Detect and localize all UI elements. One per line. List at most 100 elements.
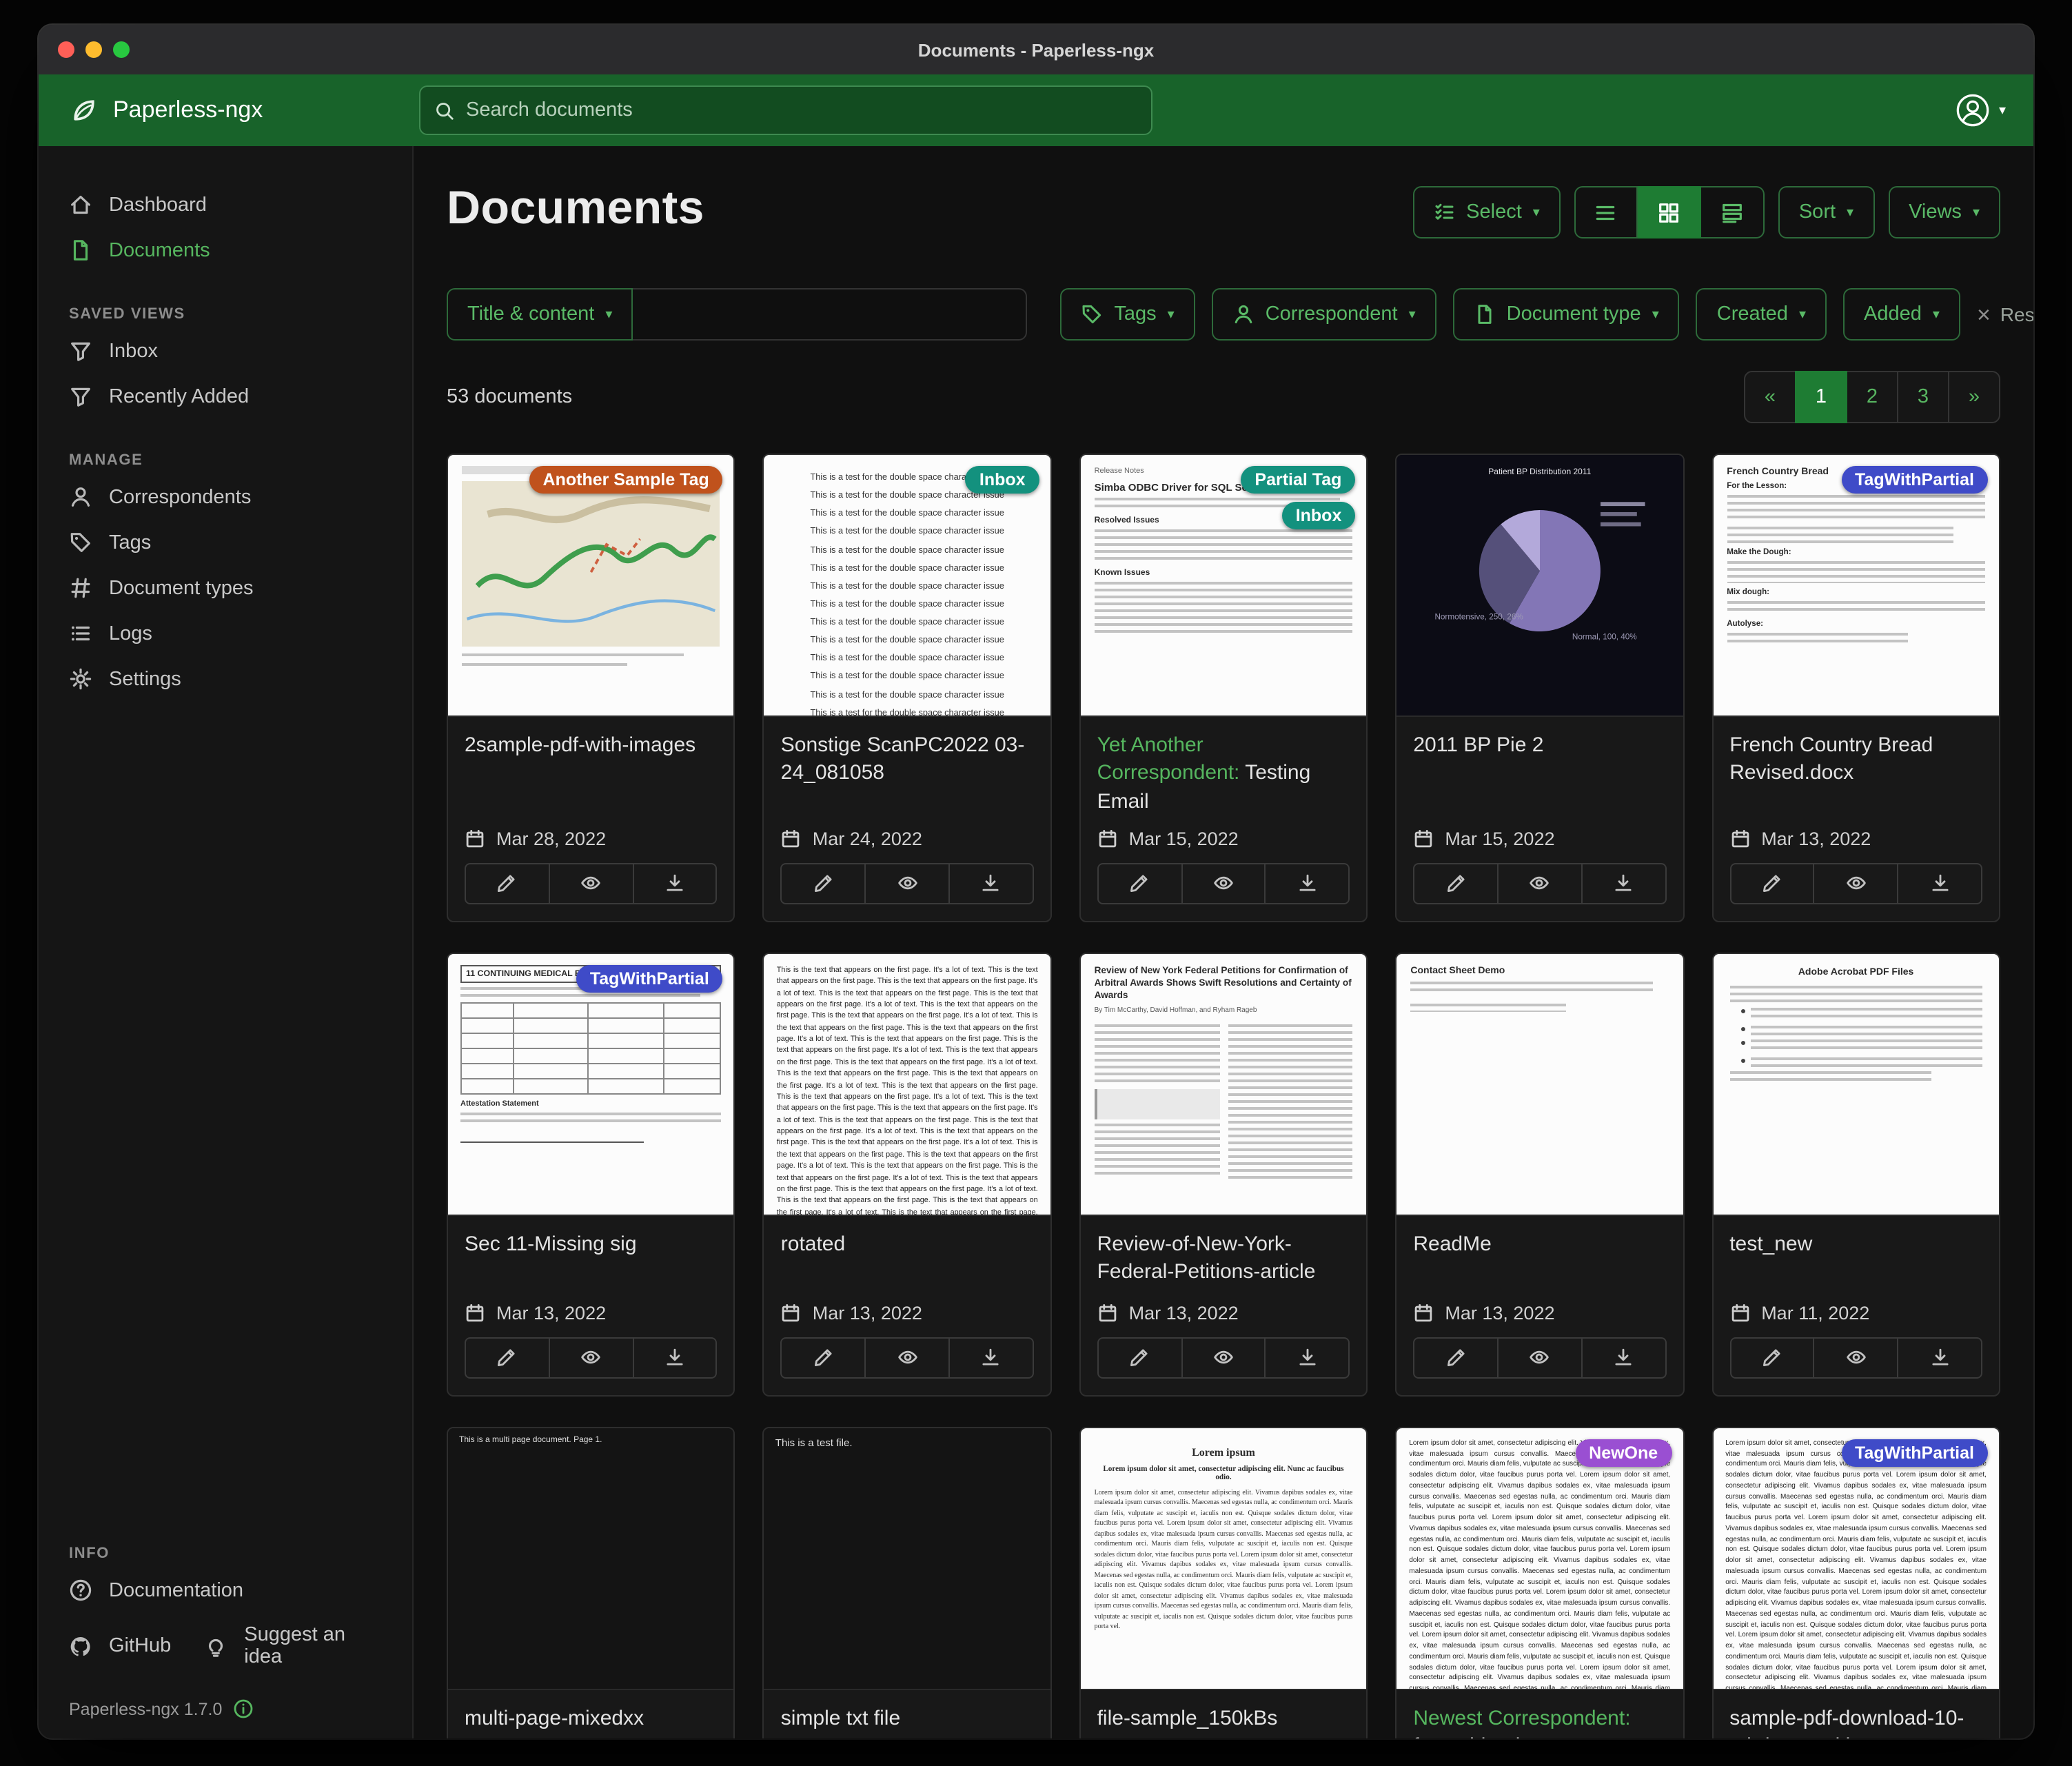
info-icon[interactable] <box>233 1698 254 1719</box>
document-card[interactable]: Lorem ipsum dolor sit amet, consectetur … <box>1395 1427 1684 1739</box>
edit-document-button[interactable] <box>1729 863 1815 904</box>
tag-pill[interactable]: Inbox <box>966 466 1039 494</box>
document-title[interactable]: Yet Another Correspondent: Testing Email <box>1097 732 1350 816</box>
document-thumbnail[interactable]: Review of New York Federal Petitions for… <box>1081 954 1367 1216</box>
page-1-button[interactable]: 1 <box>1795 371 1847 423</box>
edit-document-button[interactable] <box>1097 1337 1183 1379</box>
prev-page-button[interactable]: « <box>1744 371 1796 423</box>
document-card[interactable]: Adobe Acrobat PDF Filestest_newMar 11, 2… <box>1712 953 2000 1397</box>
document-title[interactable]: ReadMe <box>1413 1231 1666 1290</box>
edit-document-button[interactable] <box>1413 1337 1499 1379</box>
filter-field-dropdown[interactable]: Title & content ▾ <box>447 288 633 341</box>
view-document-button[interactable] <box>1499 1337 1583 1379</box>
minimize-window-button[interactable] <box>85 41 102 58</box>
document-thumbnail[interactable]: This is the text that appears on the fir… <box>764 954 1050 1216</box>
edit-document-button[interactable] <box>1413 863 1499 904</box>
edit-document-button[interactable] <box>781 863 866 904</box>
document-title[interactable]: Sonstige ScanPC2022 03-24_081058 <box>781 732 1034 816</box>
document-card[interactable]: This is a test file. simple txt file <box>763 1427 1052 1739</box>
sidebar-item-manage[interactable]: Correspondents <box>69 474 387 520</box>
document-card[interactable]: This is the text that appears on the fir… <box>763 953 1052 1397</box>
brand[interactable]: Paperless-ngx <box>39 95 383 125</box>
document-card[interactable]: 11 CONTINUING MEDICAL EDUCATIONAttestati… <box>447 953 735 1397</box>
sidebar-item-saved-view[interactable]: Recently Added <box>69 374 387 419</box>
document-card[interactable]: Patient BP Distribution 2011Normotensive… <box>1395 454 1684 922</box>
document-title[interactable]: file-sample_150kBs <box>1097 1705 1350 1739</box>
download-document-button[interactable] <box>1583 1337 1667 1379</box>
page-2-button[interactable]: 2 <box>1846 371 1898 423</box>
view-document-button[interactable] <box>1815 1337 1899 1379</box>
document-title[interactable]: Newest Correspondent: f_combineds <box>1413 1705 1666 1739</box>
document-thumbnail[interactable]: Adobe Acrobat PDF Files <box>1713 954 1999 1216</box>
document-card[interactable]: This is a multi page document. Page 1.mu… <box>447 1427 735 1739</box>
select-button[interactable]: Select ▾ <box>1412 186 1561 238</box>
document-thumbnail[interactable]: Patient BP Distribution 2011Normotensive… <box>1396 455 1683 717</box>
page-3-button[interactable]: 3 <box>1897 371 1949 423</box>
edit-document-button[interactable] <box>1097 863 1183 904</box>
document-card[interactable]: Lorem ipsumLorem ipsum dolor sit amet, c… <box>1079 1427 1368 1739</box>
filter-text-input[interactable] <box>633 288 1027 341</box>
download-document-button[interactable] <box>950 1337 1034 1379</box>
document-title[interactable]: French Country Bread Revised.docx <box>1729 732 1982 816</box>
download-document-button[interactable] <box>1898 1337 1982 1379</box>
view-document-button[interactable] <box>1182 1337 1266 1379</box>
edit-document-button[interactable] <box>1729 1337 1815 1379</box>
document-card[interactable]: Contact Sheet DemoReadMeMar 13, 2022 <box>1395 953 1684 1397</box>
document-card[interactable]: French Country BreadFor the Lesson:Make … <box>1712 454 2000 922</box>
download-document-button[interactable] <box>1583 863 1667 904</box>
correspondent-link[interactable]: Yet Another Correspondent: <box>1097 733 1240 785</box>
document-card[interactable]: Lorem ipsum dolor sit amet, consectetur … <box>1712 1427 2000 1739</box>
document-title[interactable]: test_new <box>1729 1231 1982 1290</box>
sidebar-item-manage[interactable]: Logs <box>69 611 387 656</box>
edit-document-button[interactable] <box>465 1337 550 1379</box>
document-thumbnail[interactable]: This is a multi page document. Page 1. <box>448 1428 734 1690</box>
document-title[interactable]: simple txt file <box>781 1705 1034 1739</box>
tag-pill[interactable]: TagWithPartial <box>576 965 723 993</box>
document-title[interactable]: sample-pdf-download-10-mb-longer-title <box>1729 1705 1982 1739</box>
document-thumbnail[interactable]: This is a test file. <box>764 1428 1050 1690</box>
sidebar-item-documentation[interactable]: Documentation <box>69 1567 387 1613</box>
next-page-button[interactable]: » <box>1948 371 2000 423</box>
sidebar-item-suggest-idea[interactable]: Suggest an idea <box>204 1613 387 1679</box>
detail-view-button[interactable] <box>1701 186 1765 238</box>
document-card[interactable]: Another Sample Tag 2sample-pdf-with-image… <box>447 454 735 922</box>
sidebar-item-manage[interactable]: Tags <box>69 520 387 565</box>
views-button[interactable]: Views ▾ <box>1888 186 2000 238</box>
document-thumbnail[interactable]: Lorem ipsum dolor sit amet, consectetur … <box>1396 1428 1683 1690</box>
tag-pill[interactable]: Inbox <box>1282 502 1356 529</box>
document-thumbnail[interactable]: 11 CONTINUING MEDICAL EDUCATIONAttestati… <box>448 954 734 1216</box>
edit-document-button[interactable] <box>465 863 550 904</box>
correspondent-filter-button[interactable]: Correspondent ▾ <box>1212 288 1436 341</box>
document-thumbnail[interactable]: Contact Sheet Demo <box>1396 954 1683 1216</box>
tag-pill[interactable]: Another Sample Tag <box>529 466 723 494</box>
document-title[interactable]: 2sample-pdf-with-images <box>465 732 718 816</box>
list-view-button[interactable] <box>1574 186 1638 238</box>
download-document-button[interactable] <box>633 1337 718 1379</box>
sidebar-item-manage[interactable]: Document types <box>69 565 387 611</box>
close-window-button[interactable] <box>58 41 74 58</box>
view-document-button[interactable] <box>550 863 634 904</box>
zoom-window-button[interactable] <box>113 41 130 58</box>
tag-pill[interactable]: Partial Tag <box>1241 466 1355 494</box>
document-thumbnail[interactable]: Release NotesSimba ODBC Driver for SQL S… <box>1081 455 1367 717</box>
document-title[interactable]: Review-of-New-York-Federal-Petitions-art… <box>1097 1231 1350 1290</box>
search-input[interactable] <box>466 99 1137 121</box>
user-menu[interactable]: ▾ <box>1955 92 2006 128</box>
document-thumbnail[interactable]: French Country BreadFor the Lesson:Make … <box>1713 455 1999 717</box>
document-thumbnail[interactable]: Another Sample Tag <box>448 455 734 717</box>
download-document-button[interactable] <box>633 863 718 904</box>
download-document-button[interactable] <box>1898 863 1982 904</box>
view-document-button[interactable] <box>550 1337 634 1379</box>
document-thumbnail[interactable]: This is a test for the double space char… <box>764 455 1050 717</box>
document-thumbnail[interactable]: Lorem ipsumLorem ipsum dolor sit amet, c… <box>1081 1428 1367 1690</box>
view-document-button[interactable] <box>866 1337 950 1379</box>
edit-document-button[interactable] <box>781 1337 866 1379</box>
tags-filter-button[interactable]: Tags ▾ <box>1060 288 1195 341</box>
document-title[interactable]: Sec 11-Missing sig <box>465 1231 718 1290</box>
correspondent-link[interactable]: Newest Correspondent: <box>1413 1707 1630 1730</box>
added-filter-button[interactable]: Added ▾ <box>1843 288 1960 341</box>
document-title[interactable]: rotated <box>781 1231 1034 1290</box>
sidebar-item-github[interactable]: GitHub <box>69 1623 171 1669</box>
view-document-button[interactable] <box>1499 863 1583 904</box>
download-document-button[interactable] <box>950 863 1034 904</box>
